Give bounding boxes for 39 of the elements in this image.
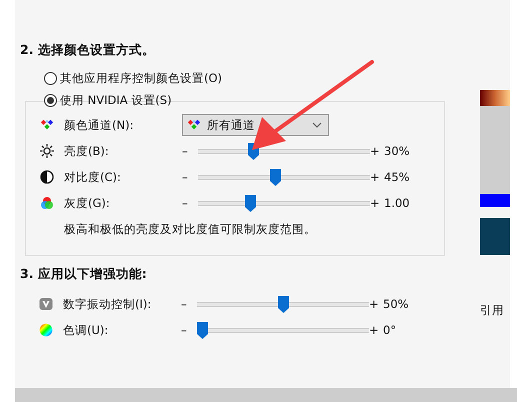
v-badge-icon: [39, 297, 53, 311]
slider-thumb[interactable]: [278, 296, 288, 312]
increase-sign: +: [370, 143, 381, 160]
color-diamonds-icon: [187, 118, 201, 132]
sun-icon: [40, 144, 54, 158]
setting-label: 亮度(B):: [64, 142, 110, 160]
increase-sign: +: [369, 296, 380, 313]
setting-label: 灰度(G):: [64, 194, 111, 212]
setting-label: 颜色通道(N):: [64, 116, 134, 134]
contrast-icon: [40, 170, 54, 184]
decrease-sign: –: [182, 143, 189, 160]
note-text: 极高和极低的亮度及对比度值可限制灰度范围。: [63, 220, 317, 238]
increase-sign: +: [369, 322, 380, 339]
decrease-sign: –: [181, 322, 188, 339]
caption-text: 引用: [480, 303, 505, 318]
decrease-sign: –: [182, 195, 189, 212]
color-diamonds-icon: [40, 118, 54, 132]
radio-option[interactable]: 其他应用程序控制颜色设置(O): [44, 67, 222, 89]
value-reading: 50%: [383, 296, 410, 313]
value-reading: 0°: [383, 322, 398, 339]
slider-thumb[interactable]: [270, 168, 282, 186]
caret-icon: [312, 122, 322, 128]
decrease-sign: –: [182, 169, 189, 186]
slider-thumb[interactable]: [244, 194, 256, 212]
decrease-sign: –: [181, 296, 188, 313]
slider-thumb[interactable]: [197, 322, 208, 338]
increase-sign: +: [370, 169, 381, 186]
section-heading: 2. 选择颜色设置方式。: [20, 42, 156, 59]
increase-sign: +: [370, 195, 381, 212]
setting-label: 色调(U):: [63, 322, 110, 338]
setting-label: 对比度(C):: [64, 168, 122, 186]
radio-option[interactable]: 使用 NVIDIA 设置(S): [44, 89, 172, 111]
setting-label: 数字振动控制(I):: [63, 296, 152, 312]
color-circles-icon: [40, 196, 54, 210]
value-reading: 45%: [384, 169, 411, 186]
section-heading: 3. 应用以下增强功能:: [20, 266, 148, 283]
value-reading: 1.00: [384, 195, 411, 212]
color-wheel-icon: [39, 323, 53, 337]
value-reading: 30%: [384, 143, 411, 160]
